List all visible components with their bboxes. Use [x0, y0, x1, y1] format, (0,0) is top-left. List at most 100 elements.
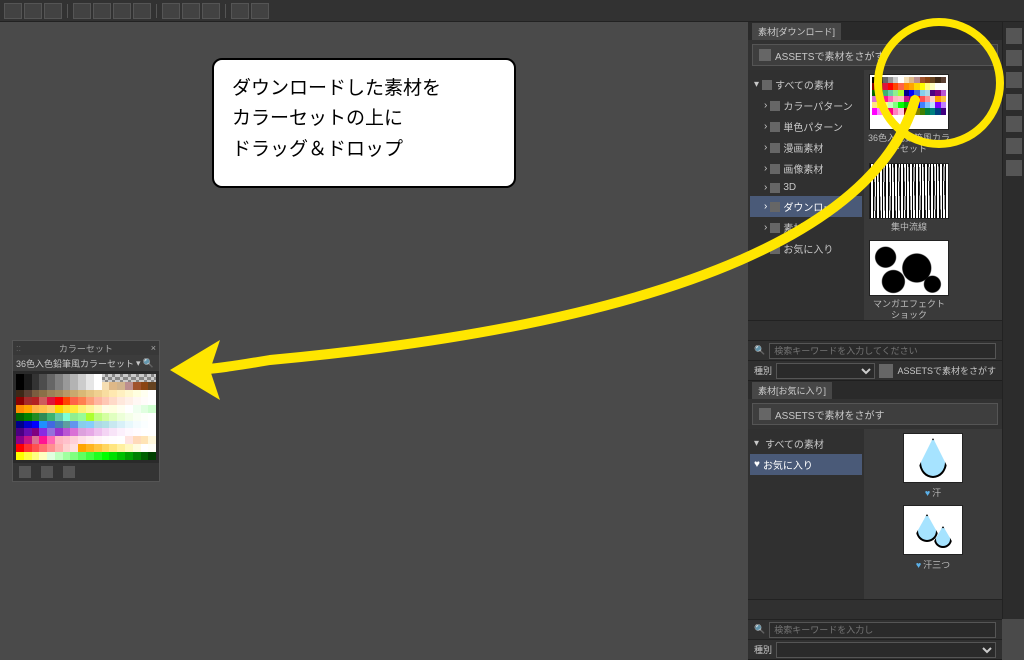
color-swatch[interactable]: [24, 452, 32, 460]
color-swatch[interactable]: [94, 405, 102, 413]
toolbar-button[interactable]: [231, 3, 249, 19]
color-swatch[interactable]: [24, 421, 32, 429]
color-swatch[interactable]: [117, 405, 125, 413]
color-swatch[interactable]: [78, 444, 86, 452]
color-swatch[interactable]: [109, 405, 117, 413]
assets-search-button[interactable]: ASSETSで素材をさがす: [752, 403, 998, 425]
color-swatch[interactable]: [70, 397, 78, 405]
color-swatch[interactable]: [16, 390, 24, 398]
color-swatch[interactable]: [94, 374, 102, 382]
color-swatch[interactable]: [102, 397, 110, 405]
material-item-lines[interactable]: 集中流線: [868, 163, 950, 233]
material-item-effect[interactable]: マンガエフェクト ショック: [868, 240, 950, 320]
color-swatch[interactable]: [148, 374, 156, 382]
color-swatch[interactable]: [117, 382, 125, 390]
color-swatch[interactable]: [141, 382, 149, 390]
color-swatch[interactable]: [63, 405, 71, 413]
color-swatch[interactable]: [125, 413, 133, 421]
color-swatch[interactable]: [133, 421, 141, 429]
color-swatch[interactable]: [70, 413, 78, 421]
color-swatch[interactable]: [55, 413, 63, 421]
dock-icon[interactable]: [1006, 72, 1022, 88]
color-swatch[interactable]: [32, 436, 40, 444]
color-swatch[interactable]: [24, 390, 32, 398]
color-swatch[interactable]: [63, 452, 71, 460]
color-swatch[interactable]: [125, 390, 133, 398]
color-swatch[interactable]: [70, 428, 78, 436]
color-swatch[interactable]: [102, 428, 110, 436]
color-swatch[interactable]: [32, 374, 40, 382]
color-swatch[interactable]: [148, 444, 156, 452]
color-swatch[interactable]: [55, 428, 63, 436]
color-swatch[interactable]: [63, 436, 71, 444]
color-swatch[interactable]: [125, 452, 133, 460]
color-swatch[interactable]: [39, 390, 47, 398]
toolbar-button[interactable]: [93, 3, 111, 19]
color-swatch[interactable]: [39, 374, 47, 382]
dock-icon[interactable]: [1006, 94, 1022, 110]
tree-node[interactable]: ›お気に入り: [750, 238, 862, 259]
dock-icon[interactable]: [1006, 160, 1022, 176]
color-swatch[interactable]: [86, 382, 94, 390]
color-swatch[interactable]: [125, 444, 133, 452]
material-type-select[interactable]: [776, 363, 875, 379]
color-swatch[interactable]: [39, 428, 47, 436]
color-swatch[interactable]: [109, 428, 117, 436]
color-swatch[interactable]: [47, 421, 55, 429]
tree-node[interactable]: ›画像素材: [750, 158, 862, 179]
color-swatch[interactable]: [102, 452, 110, 460]
color-swatch[interactable]: [117, 444, 125, 452]
trash-icon[interactable]: [63, 466, 75, 478]
color-swatch[interactable]: [94, 428, 102, 436]
favorite-item[interactable]: 汗三つ: [898, 505, 968, 571]
color-swatch[interactable]: [24, 382, 32, 390]
color-swatch[interactable]: [125, 405, 133, 413]
color-swatch[interactable]: [141, 444, 149, 452]
search-icon[interactable]: 🔍: [143, 358, 154, 369]
color-swatch[interactable]: [16, 452, 24, 460]
color-swatch[interactable]: [63, 390, 71, 398]
tree-node[interactable]: ›単色パターン: [750, 116, 862, 137]
color-swatch[interactable]: [86, 397, 94, 405]
favorites-tab[interactable]: 素材[お気に入り]: [752, 382, 832, 399]
color-swatch[interactable]: [133, 436, 141, 444]
color-swatch[interactable]: [125, 436, 133, 444]
color-swatch[interactable]: [32, 452, 40, 460]
dock-icon[interactable]: [1006, 28, 1022, 44]
color-swatch[interactable]: [141, 405, 149, 413]
color-swatch[interactable]: [94, 436, 102, 444]
color-swatch[interactable]: [78, 421, 86, 429]
favorites-search-input[interactable]: [769, 622, 996, 638]
color-swatch[interactable]: [141, 374, 149, 382]
color-swatch[interactable]: [78, 452, 86, 460]
color-swatch[interactable]: [70, 382, 78, 390]
color-swatch[interactable]: [47, 444, 55, 452]
color-swatch[interactable]: [109, 421, 117, 429]
color-swatch[interactable]: [16, 436, 24, 444]
color-swatch[interactable]: [117, 452, 125, 460]
color-swatch[interactable]: [86, 444, 94, 452]
color-swatch[interactable]: [78, 405, 86, 413]
color-swatch[interactable]: [148, 390, 156, 398]
color-swatch[interactable]: [109, 382, 117, 390]
color-swatch[interactable]: [86, 436, 94, 444]
color-swatch[interactable]: [63, 444, 71, 452]
color-swatch[interactable]: [78, 390, 86, 398]
color-swatch[interactable]: [133, 390, 141, 398]
color-swatch[interactable]: [70, 452, 78, 460]
color-swatch[interactable]: [117, 421, 125, 429]
toolbar-button[interactable]: [202, 3, 220, 19]
color-swatch[interactable]: [55, 405, 63, 413]
color-swatch[interactable]: [24, 436, 32, 444]
color-swatch[interactable]: [148, 382, 156, 390]
color-swatch[interactable]: [47, 374, 55, 382]
color-swatch[interactable]: [94, 390, 102, 398]
color-swatch[interactable]: [55, 444, 63, 452]
color-swatch[interactable]: [63, 397, 71, 405]
color-swatch[interactable]: [78, 382, 86, 390]
color-swatch[interactable]: [32, 444, 40, 452]
color-swatch[interactable]: [78, 428, 86, 436]
color-swatch[interactable]: [94, 421, 102, 429]
color-swatch[interactable]: [78, 374, 86, 382]
color-swatch[interactable]: [63, 374, 71, 382]
